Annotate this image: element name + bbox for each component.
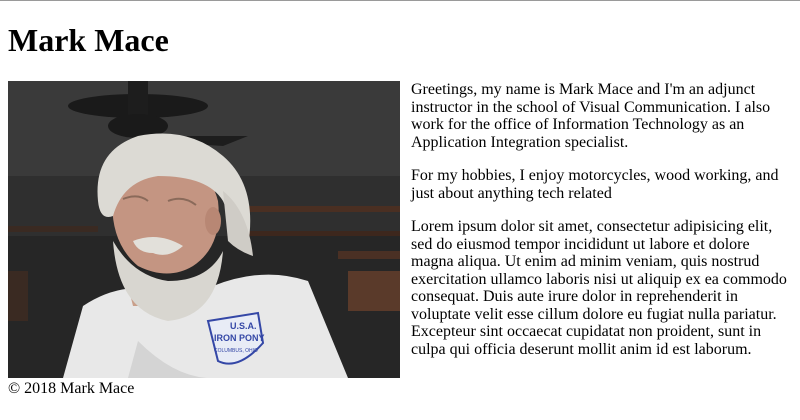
shirt-logo-line3: COLUMBUS, OHIO	[214, 348, 258, 354]
bio-paragraph-intro: Greetings, my name is Mark Mace and I'm …	[411, 81, 771, 151]
bio-paragraph-lorem: Lorem ipsum dolor sit amet, consectetur …	[411, 218, 787, 358]
bio-paragraph-hobbies: For my hobbies, I enjoy motorcycles, woo…	[411, 167, 779, 202]
bio-section: Greetings, my name is Mark Mace and I'm …	[411, 81, 791, 374]
shirt-logo-line1: U.S.A.	[230, 321, 257, 331]
footer-copyright: © 2018 Mark Mace	[8, 380, 135, 397]
browser-top-border	[0, 0, 800, 1]
page-title: Mark Mace	[8, 22, 169, 58]
shirt-logo-line2: IRON PONY	[214, 333, 265, 343]
profile-photo: U.S.A. IRON PONY COLUMBUS, OHIO	[8, 81, 400, 378]
